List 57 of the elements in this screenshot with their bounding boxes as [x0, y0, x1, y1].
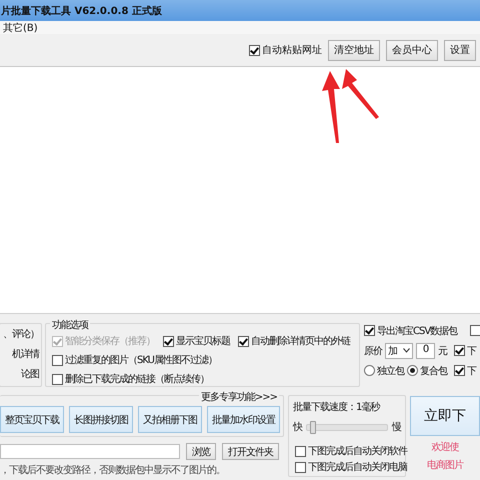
- browse-button[interactable]: 浏览: [186, 443, 216, 460]
- operator-dropdown[interactable]: 加: [385, 342, 413, 358]
- checkbox-label: 自动删除详情页中的外链: [251, 334, 350, 348]
- checkbox[interactable]: [163, 336, 174, 346]
- checkbox[interactable]: [238, 336, 249, 346]
- toolbar-button[interactable]: 设置: [444, 40, 476, 60]
- checkbox[interactable]: [454, 365, 465, 376]
- action-button[interactable]: 整页宝贝下载: [0, 406, 64, 433]
- menu-item[interactable]: 其它(B): [3, 20, 38, 34]
- price-label: 原价: [364, 344, 382, 358]
- checkbox[interactable]: [295, 462, 306, 472]
- radio-button[interactable]: [364, 365, 375, 376]
- radio-label: 复合包: [420, 364, 447, 378]
- radio-button[interactable]: [407, 365, 418, 376]
- checkbox-label: 下图完成后自动关闭电脑: [308, 460, 407, 474]
- checkbox-label: 下图完成后自动关闭软件: [308, 444, 407, 458]
- option-label: 、评论）: [3, 328, 39, 341]
- checkbox[interactable]: [470, 325, 480, 336]
- path-field[interactable]: [0, 444, 180, 459]
- checkbox[interactable]: [364, 325, 375, 336]
- checkbox-label: 过滤重复的图片（SKU属性图不过滤）: [65, 354, 217, 367]
- promo-text: 电商图片: [427, 458, 463, 472]
- more-features-link[interactable]: 更多专享功能>>>: [198, 390, 279, 404]
- price-input[interactable]: 0: [416, 342, 435, 358]
- toolbar-button[interactable]: 清空地址: [328, 40, 380, 60]
- slow-label: 慢: [392, 420, 401, 434]
- checkbox[interactable]: [454, 345, 465, 356]
- checkbox-label: 显示宝贝标题: [176, 334, 230, 348]
- caret-icon: [403, 348, 410, 353]
- option-label: 机详情: [12, 348, 39, 361]
- checkbox-label: 下: [467, 364, 476, 378]
- fast-label: 快: [293, 420, 302, 434]
- start-download-button[interactable]: 立即下: [410, 396, 480, 436]
- url-input-area[interactable]: [0, 67, 480, 314]
- checkbox[interactable]: [295, 446, 306, 456]
- open-folder-button[interactable]: 打开文件夹: [222, 443, 279, 460]
- promo-text: 欢迎使: [432, 440, 458, 454]
- checkbox[interactable]: [249, 44, 260, 56]
- checkbox-label: 自动粘贴网址: [262, 44, 322, 57]
- checkbox-label: 下: [467, 344, 476, 358]
- unit-label: 元: [438, 344, 447, 358]
- checkbox-label: 智能分类保存（推荐）: [65, 334, 155, 348]
- action-button[interactable]: 又拍相册下图: [138, 406, 202, 433]
- hint-text: ，下载后不要改变路径，否则数据包中显示不了图片的。: [0, 464, 226, 477]
- checkbox[interactable]: [52, 354, 63, 366]
- group-title: 功能选项: [50, 318, 90, 332]
- checkbox-label: 导出淘宝CSV数据包: [377, 324, 458, 338]
- radio-label: 独立包: [377, 364, 404, 378]
- action-button[interactable]: 批量加水印设置: [207, 406, 280, 433]
- checkbox-label: 删除已下载完成的链接（断点续传）: [65, 372, 209, 386]
- slider-thumb[interactable]: [310, 420, 316, 434]
- action-button[interactable]: 长图拼接切图: [69, 406, 133, 433]
- window-title: 片批量下载工具 V62.0.0.8 正式版: [1, 4, 162, 18]
- option-label: 论图: [21, 368, 39, 381]
- toolbar-button[interactable]: 会员中心: [386, 40, 438, 60]
- checkbox[interactable]: [52, 374, 63, 384]
- speed-label: 批量下载速度：1毫秒: [293, 400, 381, 414]
